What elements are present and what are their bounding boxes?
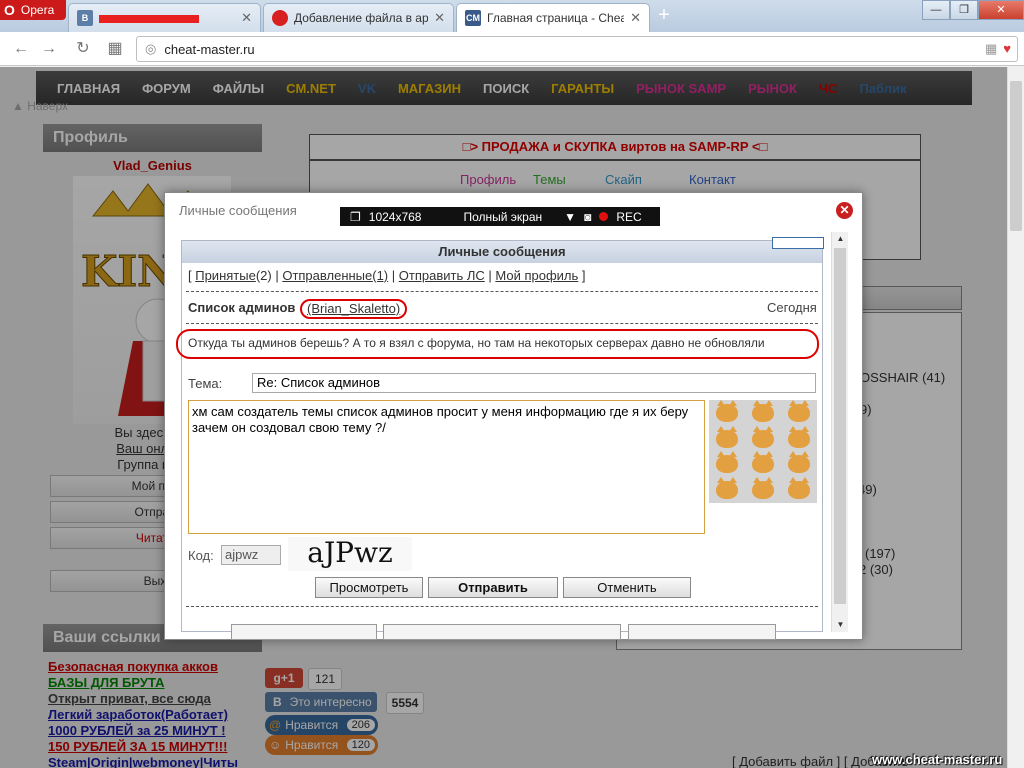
page-scrollbar-thumb[interactable]: [1010, 81, 1022, 231]
tab-1[interactable]: В ✕: [68, 3, 261, 32]
opera-icon: [272, 10, 288, 26]
cancel-button[interactable]: Отменить: [563, 577, 691, 598]
smiley-icon[interactable]: [788, 477, 810, 500]
bottom-select[interactable]: [628, 624, 776, 640]
pm-received-count: (2): [255, 268, 272, 283]
back-arrow-icon[interactable]: ←: [10, 38, 32, 60]
smiley-icon[interactable]: [716, 451, 738, 474]
window-icon[interactable]: ❐: [350, 210, 361, 224]
smiley-icon[interactable]: [788, 425, 810, 448]
divider: [186, 323, 818, 324]
smiley-panel: [709, 399, 817, 503]
modal-scrollbar-thumb[interactable]: [834, 248, 846, 604]
smiley-icon[interactable]: [752, 399, 774, 422]
scroll-down-icon[interactable]: ▼: [832, 618, 849, 632]
heart-icon[interactable]: ♥: [1003, 41, 1011, 57]
url-text: cheat-master.ru: [164, 41, 255, 57]
bottom-select[interactable]: [231, 624, 377, 640]
pm-date: Сегодня: [767, 300, 817, 315]
forward-arrow-icon[interactable]: →: [38, 38, 60, 60]
speed-dial-grid-icon[interactable]: ▦: [104, 38, 126, 60]
extensions-grid-icon[interactable]: ▦: [985, 41, 997, 57]
new-tab-button[interactable]: +: [654, 5, 674, 26]
pm-nav: [ Принятые(2) | Отправленные(1) | Отправ…: [188, 268, 586, 283]
captcha-image: aJPwz: [288, 537, 412, 571]
tab-1-title: [99, 11, 235, 25]
code-label: Код:: [188, 548, 214, 563]
recorder-mode[interactable]: Полный экран: [463, 210, 542, 224]
smiley-icon[interactable]: [716, 425, 738, 448]
tab-2[interactable]: Добавление файла в ар ✕: [263, 3, 454, 32]
theme-label: Тема:: [188, 376, 223, 391]
resize-handle-icon[interactable]: [772, 237, 824, 249]
reply-textarea[interactable]: хм сам создатель темы список админов про…: [188, 400, 705, 534]
smiley-icon[interactable]: [716, 477, 738, 500]
reload-icon[interactable]: ↻: [72, 38, 94, 60]
smiley-icon[interactable]: [752, 477, 774, 500]
scroll-up-icon[interactable]: ▲: [832, 232, 849, 246]
globe-icon: ◎: [145, 41, 157, 56]
code-input[interactable]: ajpwz: [221, 545, 281, 565]
chevron-down-icon[interactable]: ▼: [564, 210, 576, 224]
tab-2-title: Добавление файла в ар: [294, 11, 429, 25]
pm-send-link[interactable]: Отправить ЛС: [399, 268, 485, 283]
screen-recorder-bar: ❐ 1024x768 Полный экран ▼ ◙ REC: [340, 207, 660, 226]
redacted-scribble: [99, 14, 199, 23]
recorder-resolution[interactable]: 1024x768: [369, 210, 422, 224]
pm-header: Личные сообщения: [182, 241, 822, 263]
preview-button[interactable]: Просмотреть: [315, 577, 423, 598]
divider: [186, 291, 818, 292]
recorder-rec-label[interactable]: REC: [616, 210, 641, 224]
opera-logo-icon: O: [4, 2, 15, 18]
smiley-icon[interactable]: [752, 451, 774, 474]
pm-message-text: Откуда ты админов берешь? А то я взял с …: [176, 329, 819, 359]
site-watermark: www.cheat-master.ru: [872, 752, 1003, 767]
vk-icon: В: [77, 10, 93, 26]
opera-menu-label: Opera: [20, 3, 55, 17]
pm-received-link[interactable]: Принятые: [195, 268, 256, 283]
address-bar[interactable]: ◎ cheat-master.ru ▦ ♥: [136, 36, 1018, 62]
divider: [186, 606, 818, 607]
theme-input[interactable]: Re: Список админов: [252, 373, 816, 393]
modal-title: Личные сообщения: [179, 203, 297, 218]
maximize-button[interactable]: ❐: [950, 0, 978, 20]
tab-close-icon[interactable]: ✕: [241, 10, 252, 26]
tab-3-active[interactable]: CM Главная страница - Chea ✕: [456, 3, 650, 32]
window-close-button[interactable]: ✕: [978, 0, 1024, 20]
smiley-icon[interactable]: [788, 451, 810, 474]
pm-author-link[interactable]: (Brian_Skaletto): [300, 299, 408, 319]
pm-subject: Список админов: [188, 300, 296, 315]
smiley-icon[interactable]: [788, 399, 810, 422]
pm-my-profile-link[interactable]: Мой профиль: [495, 268, 578, 283]
smiley-icon[interactable]: [716, 399, 738, 422]
send-button[interactable]: Отправить: [428, 577, 558, 598]
tab-3-title: Главная страница - Chea: [487, 11, 625, 25]
tab-close-icon[interactable]: ✕: [630, 10, 641, 26]
camera-icon[interactable]: ◙: [584, 210, 591, 224]
minimize-button[interactable]: —: [922, 0, 950, 20]
cm-icon: CM: [465, 10, 481, 26]
smiley-icon[interactable]: [752, 425, 774, 448]
opera-menu-button[interactable]: O Opera: [0, 0, 66, 20]
modal-scrollbar[interactable]: ▲ ▼: [831, 232, 848, 632]
tab-close-icon[interactable]: ✕: [434, 10, 445, 26]
pm-sent-link[interactable]: Отправленные(1): [282, 268, 388, 283]
modal-close-icon[interactable]: ✕: [836, 202, 853, 219]
record-dot-icon: [599, 212, 609, 221]
bottom-select[interactable]: [383, 624, 621, 640]
page-scrollbar[interactable]: [1007, 67, 1024, 768]
